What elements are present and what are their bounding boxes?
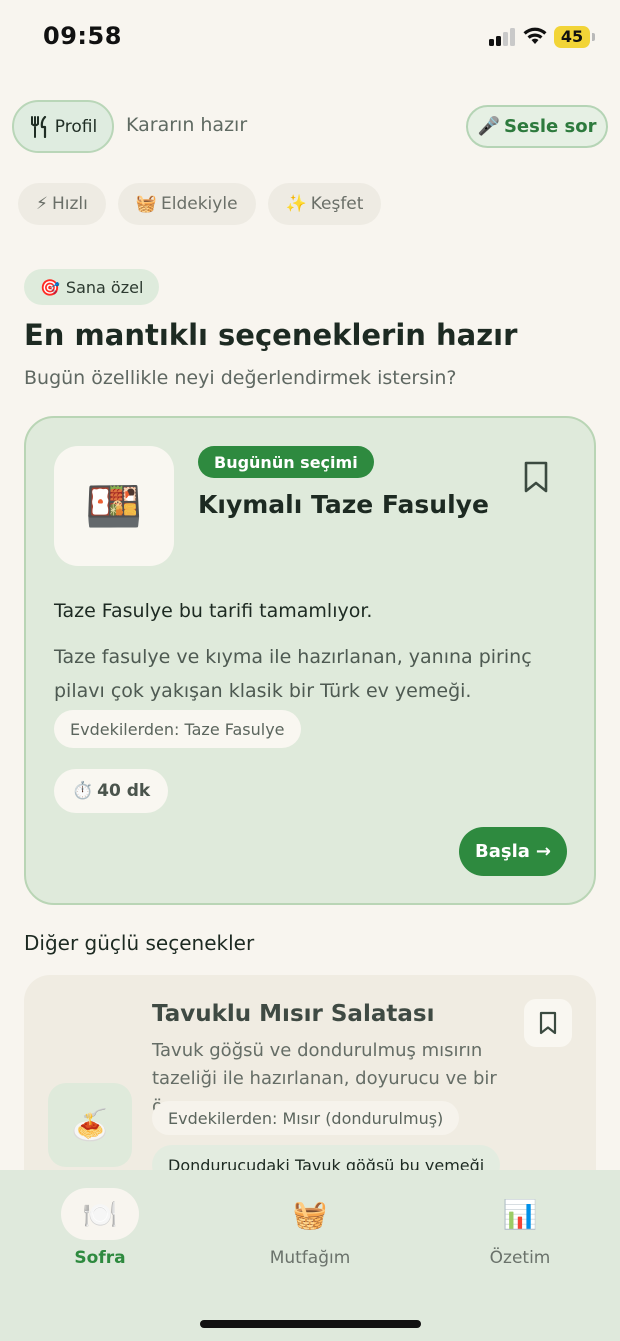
mode-chip-fast[interactable]: ⚡ Hızlı [18, 183, 106, 225]
pantry-chip: Evdekilerden: Mısır (dondurulmuş) [152, 1101, 460, 1135]
spaghetti-icon: 🍝 [48, 1083, 132, 1167]
bento-box-icon: 🍱 [54, 446, 174, 566]
alternative-recipe-title: Tavuklu Mısır Salatası [152, 1001, 435, 1027]
tab-label: Özetim [489, 1248, 551, 1268]
status-bar: 09:58 45 [0, 0, 620, 74]
target-icon: 🎯 [40, 277, 60, 297]
basket-icon: 🧺 [135, 194, 157, 214]
mode-chip-pantry[interactable]: 🧺 Eldekiyle [117, 183, 256, 225]
battery-icon: 45 [554, 26, 595, 48]
profile-button[interactable]: Profil [12, 100, 114, 153]
mode-chip-label: Eldekiyle [161, 194, 238, 214]
mode-chip-label: Keşfet [310, 194, 364, 214]
voice-ask-label: Sesle sor [503, 116, 597, 137]
fork-knife-icon [30, 115, 46, 138]
bookmark-icon[interactable] [522, 460, 550, 494]
cook-time-label: 40 dk [97, 781, 151, 801]
page-title: En mantıklı seçeneklerin hazır [24, 318, 518, 352]
recipe-description: Taze fasulye ve kıyma ile hazırlanan, ya… [54, 646, 532, 702]
status-time: 09:58 [43, 22, 122, 50]
plate-cutlery-icon: 🍽️ [61, 1188, 139, 1240]
arrow-right-icon: → [535, 841, 551, 862]
cellular-signal-icon [489, 28, 519, 46]
tab-mutfagim[interactable]: 🧺 Mutfağım [230, 1188, 390, 1288]
personal-badge-label: Sana özel [65, 277, 144, 297]
wifi-icon [523, 27, 547, 44]
header-subtitle: Kararın hazır [126, 114, 248, 136]
home-indicator [200, 1320, 421, 1328]
tab-sofra[interactable]: 🍽️ Sofra [20, 1188, 180, 1288]
profile-label: Profil [54, 116, 98, 137]
cook-time-chip: ⏱️ 40 dk [54, 769, 169, 813]
microphone-icon: 🎤 [477, 116, 500, 137]
todays-pick-badge: Bugünün seçimi [198, 446, 374, 478]
sparkles-icon: ✨ [285, 194, 307, 214]
top-row: Profil Kararın hazır 🎤 Sesle sor [0, 100, 620, 154]
todays-pick-card[interactable]: 🍱 Bugünün seçimi Kıymalı Taze Fasulye Ta… [24, 416, 596, 905]
tab-ozetim[interactable]: 📊 Özetim [440, 1188, 600, 1288]
start-button[interactable]: Başla → [459, 827, 567, 876]
stopwatch-icon: ⏱️ [72, 781, 94, 801]
bar-chart-icon: 📊 [502, 1197, 538, 1231]
tab-label: Sofra [74, 1248, 126, 1268]
recipe-reason: Taze Fasulye bu tarifi tamamlıyor. [54, 600, 373, 622]
start-button-label: Başla [475, 841, 530, 862]
section-title-other-options: Diğer güçlü seçenekler [24, 931, 255, 955]
personal-badge: 🎯 Sana özel [24, 269, 160, 305]
bookmark-icon [539, 1011, 557, 1035]
voice-ask-button[interactable]: 🎤 Sesle sor [466, 105, 608, 148]
bookmark-button[interactable] [524, 999, 572, 1047]
bottom-tab-bar: 🍽️ Sofra 🧺 Mutfağım 📊 Özetim [0, 1170, 620, 1341]
tab-label: Mutfağım [269, 1248, 351, 1268]
mode-chips: ⚡ Hızlı 🧺 Eldekiyle ✨ Keşfet [18, 183, 382, 225]
lightning-icon: ⚡ [36, 194, 48, 214]
page-subtitle: Bugün özellikle neyi değerlendirmek iste… [24, 367, 457, 389]
mode-chip-discover[interactable]: ✨ Keşfet [267, 183, 382, 225]
pantry-chip: Evdekilerden: Taze Fasulye [54, 710, 301, 748]
mode-chip-label: Hızlı [51, 194, 88, 214]
recipe-title: Kıymalı Taze Fasulye [198, 490, 489, 519]
basket-icon: 🧺 [292, 1197, 328, 1231]
